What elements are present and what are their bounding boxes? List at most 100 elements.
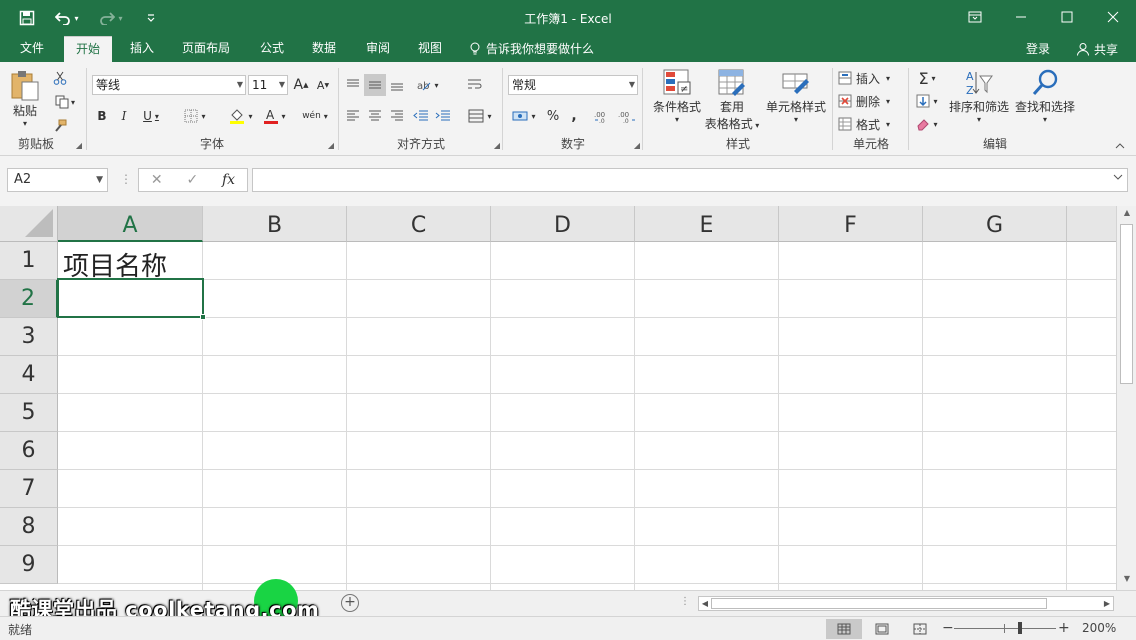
increase-indent-button[interactable]	[432, 106, 454, 126]
font-size-combo[interactable]: 11 ▼	[248, 75, 288, 95]
collapse-ribbon-button[interactable]	[1112, 140, 1128, 152]
align-center-button[interactable]	[364, 106, 386, 126]
align-middle-button[interactable]	[364, 74, 386, 96]
font-name-combo[interactable]: 等线 ▼	[92, 75, 246, 95]
tab-review[interactable]: 审阅	[354, 36, 402, 62]
tab-page-layout[interactable]: 页面布局	[170, 36, 242, 62]
scroll-left-icon[interactable]: ◀	[699, 597, 711, 610]
zoom-out-button[interactable]: −	[942, 620, 954, 636]
tab-home[interactable]: 开始	[64, 36, 113, 62]
sort-filter-button[interactable]: AZ 排序和筛选 ▾	[946, 68, 1012, 124]
zoom-in-button[interactable]: +	[1058, 620, 1070, 636]
tab-view[interactable]: 视图	[406, 36, 454, 62]
zoom-slider-knob[interactable]	[1018, 622, 1022, 634]
sign-in-link[interactable]: 登录	[1026, 40, 1050, 57]
row-header-5[interactable]: 5	[0, 394, 58, 432]
font-launcher[interactable]: ◢	[328, 141, 334, 150]
row-header-6[interactable]: 6	[0, 432, 58, 470]
align-left-button[interactable]	[342, 106, 364, 126]
merge-center-button[interactable]: ▾	[464, 106, 496, 126]
tab-formulas[interactable]: 公式	[248, 36, 296, 62]
clipboard-launcher[interactable]: ◢	[76, 141, 82, 150]
borders-button[interactable]: ▾	[178, 106, 212, 126]
copy-button[interactable]: ▾	[50, 92, 80, 112]
row-header-2[interactable]: 2	[0, 280, 58, 318]
maximize-button[interactable]	[1044, 0, 1090, 34]
zoom-slider[interactable]	[954, 622, 1056, 634]
fill-button[interactable]: ▾	[912, 91, 942, 111]
align-bottom-button[interactable]	[386, 74, 408, 96]
share-button[interactable]: 共享	[1072, 38, 1122, 60]
format-as-table-button[interactable]: 套用 表格格式 ▾	[702, 68, 762, 132]
orientation-button[interactable]: ab ▾	[412, 74, 444, 96]
normal-view-button[interactable]	[826, 619, 862, 639]
italic-button[interactable]: I	[114, 106, 134, 126]
increase-decimal-button[interactable]: .00.0	[592, 106, 614, 126]
cut-button[interactable]	[50, 68, 70, 88]
tab-data[interactable]: 数据	[300, 36, 348, 62]
underline-button[interactable]: U ▾	[136, 106, 166, 126]
wrap-text-button[interactable]	[464, 74, 486, 96]
row-header-8[interactable]: 8	[0, 508, 58, 546]
column-header-e[interactable]: E	[635, 206, 779, 242]
find-select-button[interactable]: 查找和选择 ▾	[1012, 68, 1078, 124]
row-header-1[interactable]: 1	[0, 242, 58, 280]
scroll-up-icon[interactable]: ▲	[1117, 208, 1136, 222]
select-all-button[interactable]	[0, 206, 58, 242]
insert-function-button[interactable]: fx	[222, 172, 235, 188]
autosum-button[interactable]: Σ ▾	[912, 68, 942, 88]
format-cells-button[interactable]: 格式 ▾	[838, 114, 904, 134]
shrink-font-button[interactable]: A ▼	[314, 75, 332, 95]
new-sheet-button[interactable]: +	[341, 594, 359, 612]
align-top-button[interactable]	[342, 74, 364, 96]
column-header-h[interactable]	[1067, 206, 1116, 242]
zoom-level[interactable]: 200%	[1082, 621, 1116, 635]
clear-button[interactable]: ▾	[912, 114, 942, 134]
close-button[interactable]	[1090, 0, 1136, 34]
conditional-formatting-button[interactable]: ≠ 条件格式 ▾	[648, 68, 706, 124]
align-right-button[interactable]	[386, 106, 408, 126]
page-layout-view-button[interactable]	[864, 619, 900, 639]
tab-insert[interactable]: 插入	[118, 36, 166, 62]
fill-color-button[interactable]: ▾	[224, 106, 258, 126]
row-header-9[interactable]: 9	[0, 546, 58, 584]
font-color-button[interactable]: A ▾	[260, 106, 290, 126]
expand-formula-bar-icon[interactable]	[1113, 173, 1123, 184]
name-box[interactable]: A2 ▼	[7, 168, 108, 192]
ribbon-display-options-button[interactable]	[952, 0, 998, 34]
column-header-f[interactable]: F	[779, 206, 923, 242]
tab-file[interactable]: 文件	[8, 36, 56, 62]
format-painter-button[interactable]	[50, 116, 70, 136]
insert-cells-button[interactable]: 插入 ▾	[838, 68, 904, 88]
bold-button[interactable]: B	[92, 106, 112, 126]
column-header-a[interactable]: A	[58, 206, 203, 242]
decrease-indent-button[interactable]	[410, 106, 432, 126]
page-break-view-button[interactable]	[902, 619, 938, 639]
vertical-scroll-thumb[interactable]	[1120, 224, 1133, 384]
scroll-down-icon[interactable]: ▼	[1117, 574, 1136, 588]
enter-icon[interactable]: ✓	[186, 172, 198, 188]
row-header-3[interactable]: 3	[0, 318, 58, 356]
cell-styles-button[interactable]: 单元格样式 ▾	[762, 68, 830, 124]
fill-handle[interactable]	[200, 314, 206, 320]
number-launcher[interactable]: ◢	[634, 141, 640, 150]
column-header-d[interactable]: D	[491, 206, 635, 242]
number-format-combo[interactable]: 常规 ▼	[508, 75, 638, 95]
row-header-4[interactable]: 4	[0, 356, 58, 394]
minimize-button[interactable]	[998, 0, 1044, 34]
percent-button[interactable]: %	[544, 106, 562, 126]
formula-input[interactable]	[252, 168, 1128, 192]
accounting-format-button[interactable]: ▾	[508, 106, 540, 126]
worksheet-grid[interactable]: A B C D E F G 1 2 3 4 5 6 7 8 9 项目名称	[0, 206, 1116, 590]
horizontal-scrollbar[interactable]: ◀ ▶	[698, 596, 1114, 611]
decrease-decimal-button[interactable]: .00.0	[616, 106, 638, 126]
delete-cells-button[interactable]: 删除 ▾	[838, 91, 904, 111]
resize-handle[interactable]: ⋮	[120, 172, 132, 186]
horizontal-scroll-thumb[interactable]	[711, 598, 1047, 609]
grow-font-button[interactable]: A ▲	[292, 75, 310, 95]
column-header-g[interactable]: G	[923, 206, 1067, 242]
phonetic-button[interactable]: wén ▾	[298, 106, 332, 126]
comma-button[interactable]: ,	[566, 106, 582, 126]
active-cell-a2[interactable]	[57, 278, 206, 320]
alignment-launcher[interactable]: ◢	[494, 141, 500, 150]
